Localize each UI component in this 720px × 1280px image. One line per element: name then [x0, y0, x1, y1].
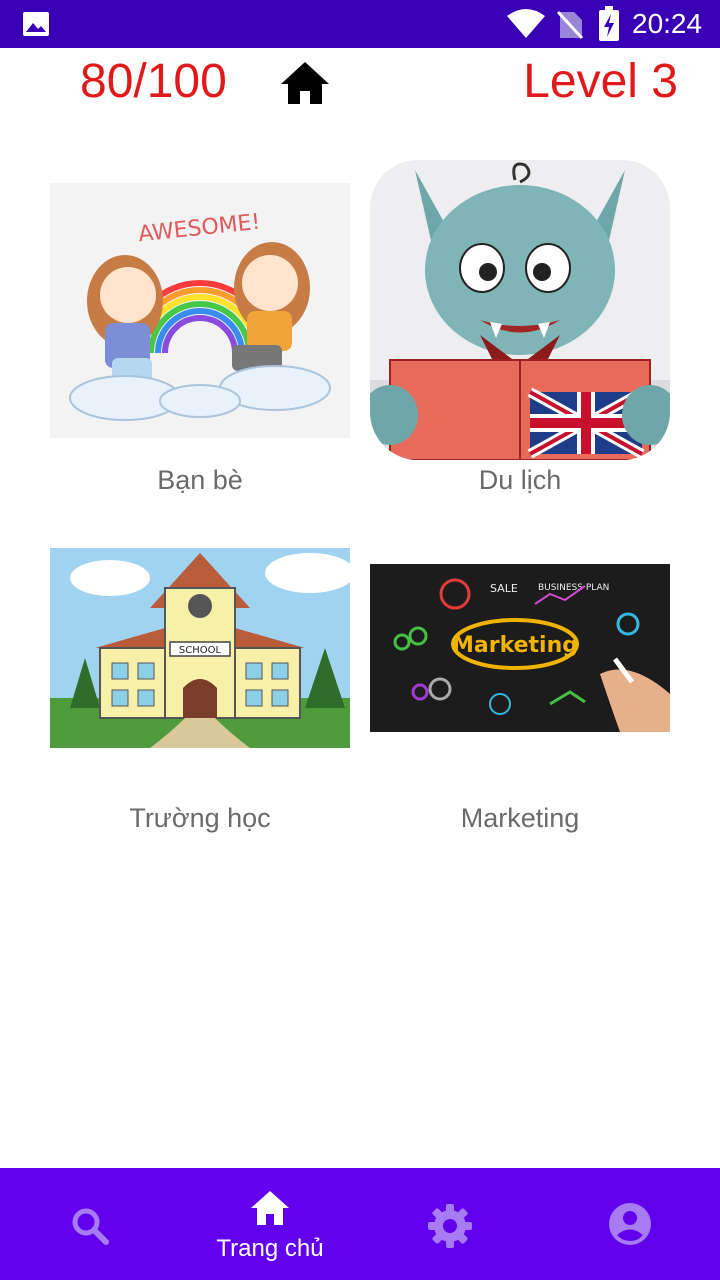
topic-label: Marketing: [460, 803, 580, 833]
nav-item-settings[interactable]: [360, 1168, 540, 1280]
topic-label: Bạn bè: [157, 465, 243, 495]
nav-item-account[interactable]: [540, 1168, 720, 1280]
svg-text:SCHOOL: SCHOOL: [179, 645, 222, 656]
battery-charging-icon: [599, 6, 619, 41]
wifi-icon: [507, 9, 545, 38]
clock: 20:24: [632, 8, 703, 39]
topic-card-travel[interactable]: Du lịch: [370, 160, 670, 513]
search-icon: [72, 1208, 109, 1245]
status-bar: 20:24: [0, 0, 720, 48]
score-counter: 80/100: [80, 55, 227, 108]
account-icon: [609, 1203, 651, 1245]
no-sim-icon: [556, 10, 584, 40]
svg-text:Marketing: Marketing: [452, 633, 578, 658]
home-icon[interactable]: [279, 60, 331, 106]
marketing-image[interactable]: Marketing SALE BUSINESS PLAN: [370, 564, 670, 732]
topic-label: Du lịch: [478, 465, 562, 495]
gear-icon: [428, 1204, 472, 1248]
school-image[interactable]: SCHOOL: [50, 548, 350, 748]
bottom-navigation: Trang chủ: [0, 1168, 720, 1280]
friends-image[interactable]: AWESOME!: [50, 183, 350, 438]
topic-card-school[interactable]: SCHOOL Trường học: [50, 548, 350, 848]
nav-item-home-label: Trang chủ: [216, 1235, 324, 1262]
topic-card-marketing[interactable]: Marketing SALE BUSINESS PLAN Marketing: [370, 564, 670, 848]
topic-label: Trường học: [129, 803, 271, 833]
nav-item-search[interactable]: [0, 1168, 180, 1280]
gallery-icon: [23, 12, 49, 36]
svg-text:SALE: SALE: [490, 582, 518, 595]
svg-text:BUSINESS PLAN: BUSINESS PLAN: [538, 583, 609, 593]
topic-card-friends[interactable]: AWESOME! Bạn bè: [50, 183, 350, 513]
home-icon: [251, 1191, 289, 1225]
travel-image[interactable]: [370, 160, 670, 460]
nav-item-home[interactable]: Trang chủ: [180, 1168, 360, 1280]
level-indicator: Level 3: [523, 55, 678, 108]
